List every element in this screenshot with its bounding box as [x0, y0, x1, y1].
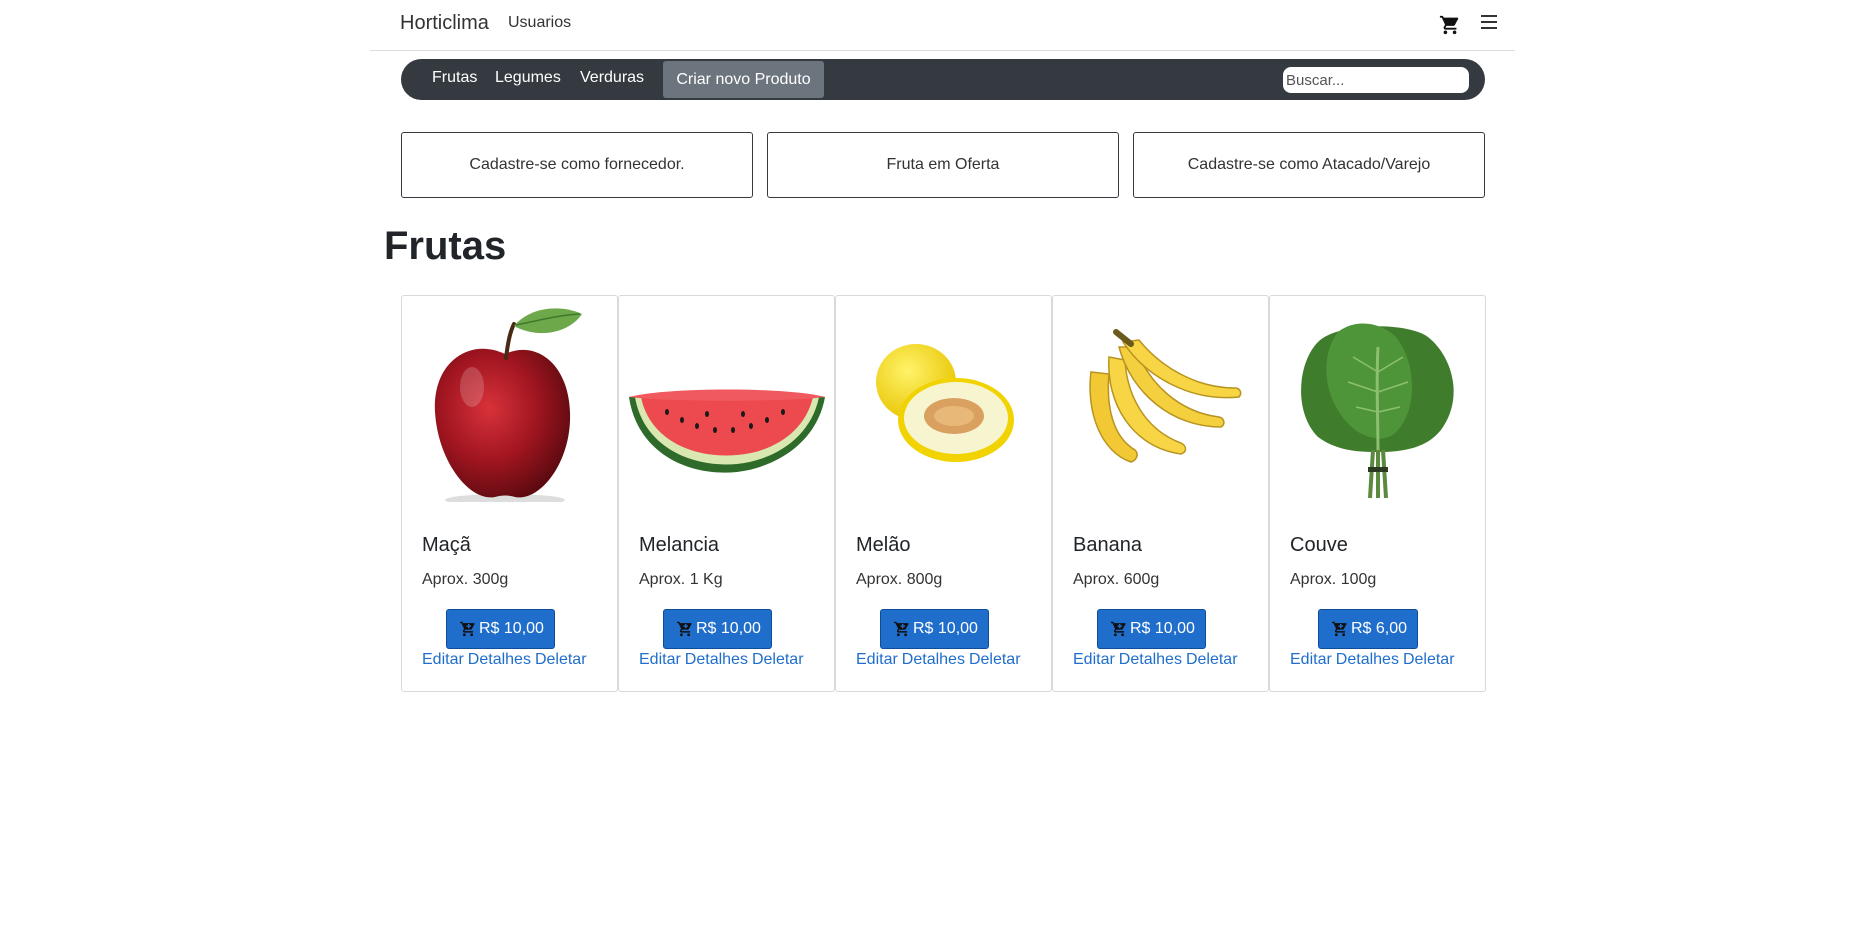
category-legumes[interactable]: Legumes [495, 69, 561, 87]
product-name: Melancia [639, 534, 720, 556]
category-frutas[interactable]: Frutas [432, 69, 477, 87]
product-name: Maçã [422, 534, 471, 556]
edit-link[interactable]: Editar [639, 651, 681, 668]
page-container: Horticlima Usuarios Frutas Legumes Verdu… [370, 0, 1515, 692]
add-to-cart-button[interactable]: R$ 10,00 [880, 609, 989, 649]
promo-supplier-signup[interactable]: Cadastre-se como fornecedor. [401, 132, 753, 198]
add-to-cart-button[interactable]: R$ 6,00 [1318, 609, 1419, 649]
add-cart-icon [1111, 621, 1126, 637]
details-link[interactable]: Detalhes [1336, 651, 1399, 668]
product-card: Maçã Aprox. 300g R$ 10,00 Editar Detalhes… [401, 295, 618, 692]
category-verduras[interactable]: Verduras [580, 69, 644, 87]
add-to-cart-button[interactable]: R$ 10,00 [1097, 609, 1206, 649]
product-card: Melancia Aprox. 1 Kg R$ 10,00 Editar Deta… [618, 295, 835, 692]
product-name: Banana [1073, 534, 1142, 556]
details-link[interactable]: Detalhes [1119, 651, 1182, 668]
details-link[interactable]: Detalhes [468, 651, 531, 668]
product-weight: Aprox. 300g [422, 571, 509, 588]
watermelon-image [627, 302, 827, 502]
apple-image [410, 302, 610, 506]
price-label: R$ 10,00 [696, 620, 761, 637]
price-label: R$ 10,00 [479, 620, 544, 637]
add-cart-icon [460, 621, 475, 637]
product-name: Melão [856, 534, 911, 556]
product-weight: Aprox. 600g [1073, 571, 1160, 588]
price-label: R$ 6,00 [1351, 620, 1408, 637]
edit-link[interactable]: Editar [1290, 651, 1332, 668]
melon-image [844, 302, 1044, 502]
delete-link[interactable]: Deletar [1186, 651, 1238, 668]
details-link[interactable]: Detalhes [902, 651, 965, 668]
product-grid: Maçã Aprox. 300g R$ 10,00 Editar Detalhes… [401, 295, 1486, 692]
add-to-cart-button[interactable]: R$ 10,00 [663, 609, 772, 649]
nav-link-usuarios[interactable]: Usuarios [508, 14, 571, 32]
section-title: Frutas [384, 224, 507, 268]
add-cart-icon [894, 621, 909, 637]
product-card: Melão Aprox. 800g R$ 10,00 Editar Detalhe… [835, 295, 1052, 692]
promo-fruit-offer[interactable]: Fruta em Oferta [767, 132, 1119, 198]
card-actions: Editar Detalhes Deletar [422, 651, 591, 669]
banana-image [1061, 302, 1261, 502]
category-navbar: Frutas Legumes Verduras Criar novo Produ… [401, 59, 1485, 100]
product-weight: Aprox. 1 Kg [639, 571, 723, 588]
create-product-button[interactable]: Criar novo Produto [663, 61, 824, 98]
search-input[interactable] [1283, 67, 1469, 93]
brand-logo[interactable]: Horticlima [400, 12, 489, 35]
add-cart-icon [1332, 621, 1347, 637]
details-link[interactable]: Detalhes [685, 651, 748, 668]
card-actions: Editar Detalhes Deletar [1290, 651, 1459, 669]
product-weight: Aprox. 800g [856, 571, 943, 588]
price-label: R$ 10,00 [1130, 620, 1195, 637]
product-weight: Aprox. 100g [1290, 571, 1377, 588]
top-navbar: Horticlima Usuarios [370, 0, 1515, 51]
promo-wholesale-signup[interactable]: Cadastre-se como Atacado/Varejo [1133, 132, 1485, 198]
product-card: Banana Aprox. 600g R$ 10,00 Editar Detalh… [1052, 295, 1269, 692]
edit-link[interactable]: Editar [422, 651, 464, 668]
kale-image [1278, 302, 1478, 502]
price-label: R$ 10,00 [913, 620, 978, 637]
card-actions: Editar Detalhes Deletar [856, 651, 1025, 669]
cart-icon[interactable] [1439, 14, 1461, 36]
delete-link[interactable]: Deletar [1403, 651, 1455, 668]
delete-link[interactable]: Deletar [752, 651, 804, 668]
product-name: Couve [1290, 534, 1348, 556]
edit-link[interactable]: Editar [856, 651, 898, 668]
add-to-cart-button[interactable]: R$ 10,00 [446, 609, 555, 649]
card-actions: Editar Detalhes Deletar [639, 651, 808, 669]
edit-link[interactable]: Editar [1073, 651, 1115, 668]
delete-link[interactable]: Deletar [535, 651, 587, 668]
hamburger-menu-icon[interactable] [1481, 15, 1497, 29]
card-actions: Editar Detalhes Deletar [1073, 651, 1242, 669]
product-card: Couve Aprox. 100g R$ 6,00 Editar Detalhes… [1269, 295, 1486, 692]
delete-link[interactable]: Deletar [969, 651, 1021, 668]
add-cart-icon [677, 621, 692, 637]
